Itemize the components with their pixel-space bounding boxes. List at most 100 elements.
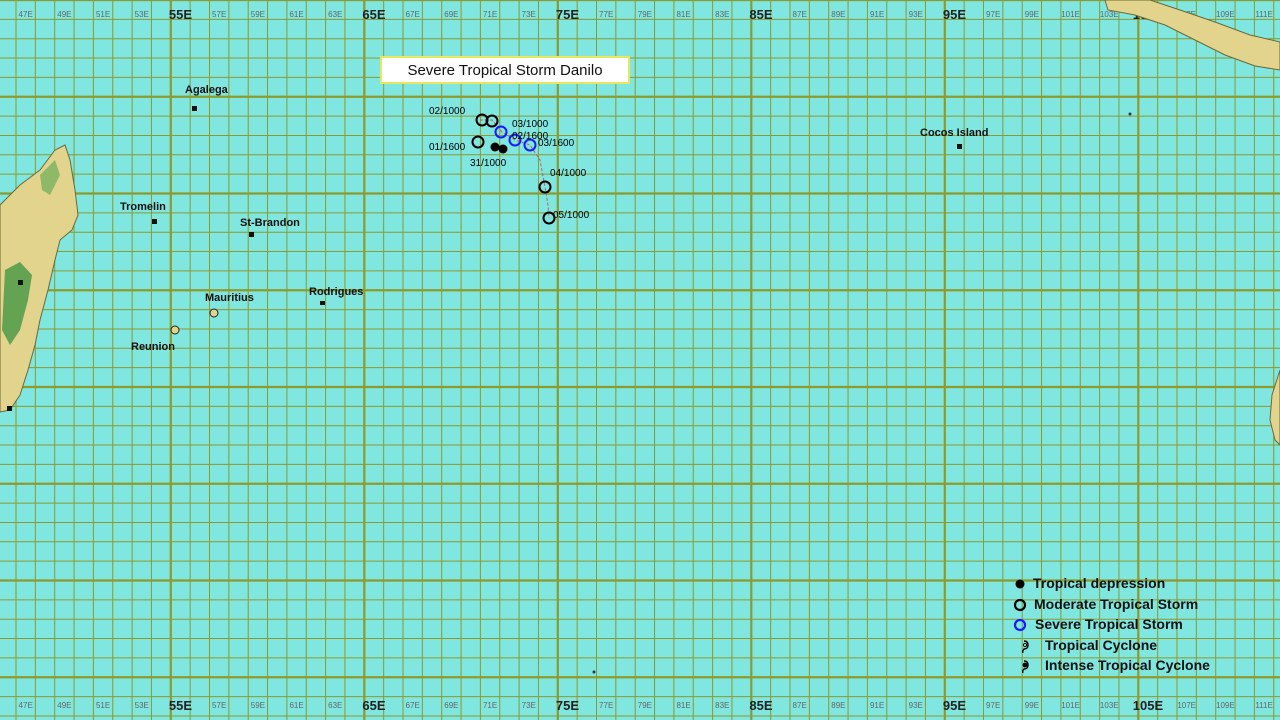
bottom-longitude-label: 67E xyxy=(406,701,420,710)
bottom-longitude-label: 111E xyxy=(1255,701,1273,710)
bottom-longitude-label: 73E xyxy=(522,701,536,710)
bottom-longitude-label: 69E xyxy=(444,701,458,710)
bottom-longitude-label: 55E xyxy=(169,698,192,713)
bottom-longitude-label: 59E xyxy=(251,701,265,710)
intense-cyclone-symbol-icon xyxy=(1021,660,1029,674)
top-longitude-label: 55E xyxy=(169,7,192,22)
bottom-longitude-label: 65E xyxy=(362,698,385,713)
bottom-longitude-label: 81E xyxy=(676,701,690,710)
bottom-longitude-label: 79E xyxy=(638,701,652,710)
bottom-longitude-label: 47E xyxy=(19,701,33,710)
legend-label: Moderate Tropical Storm xyxy=(1034,595,1199,612)
bottom-longitude-label: 101E xyxy=(1061,701,1080,710)
legend-label: Tropical Cyclone xyxy=(1045,636,1158,653)
tromelin-label: Tromelin xyxy=(120,201,166,213)
bottom-longitude-label: 53E xyxy=(135,701,149,710)
top-longitude-label: 85E xyxy=(749,7,772,22)
top-longitude-label: 95E xyxy=(943,7,966,22)
track-label-05-1000: 05/1000 xyxy=(553,210,590,221)
blue-circle-icon xyxy=(1013,619,1027,632)
legend-item-tropical-cyclone: Tropical Cyclone xyxy=(1012,636,1232,657)
top-longitude-label: 93E xyxy=(909,10,923,19)
bottom-longitude-label: 51E xyxy=(96,701,110,710)
cocos-island-marker xyxy=(957,144,962,149)
top-longitude-label: 67E xyxy=(406,10,420,19)
top-longitude-label: 101E xyxy=(1061,10,1080,19)
top-longitude-label: 59E xyxy=(251,10,265,19)
top-longitude-label: 57E xyxy=(212,10,226,19)
legend-item-severe-tropical-storm: Severe Tropical Storm xyxy=(1012,615,1232,636)
top-longitude-label: 69E xyxy=(444,10,458,19)
map-title: Severe Tropical Storm Danilo xyxy=(380,56,630,84)
bottom-longitude-label: 75E xyxy=(556,698,579,713)
top-longitude-label: 111E xyxy=(1255,10,1273,19)
top-longitude-label: 73E xyxy=(522,10,536,19)
mauritius-label: Mauritius xyxy=(205,292,254,304)
st-brandon-label: St-Brandon xyxy=(240,217,300,229)
top-longitude-label: 63E xyxy=(328,10,342,19)
top-longitude-label: 83E xyxy=(715,10,729,19)
ocean-dot xyxy=(1128,112,1132,116)
top-longitude-label: 109E xyxy=(1216,10,1235,19)
top-longitude-label: 65E xyxy=(362,7,385,22)
legend-label: Severe Tropical Storm xyxy=(1035,616,1183,633)
agalega-marker xyxy=(192,106,197,111)
bottom-longitude-label: 97E xyxy=(986,701,1000,710)
legend-item-moderate-tropical-storm: Moderate Tropical Storm xyxy=(1012,595,1232,616)
bottom-longitude-label: 77E xyxy=(599,701,613,710)
bottom-longitude-label: 91E xyxy=(870,701,884,710)
madagascar-city-marker xyxy=(18,280,23,285)
mauritius-island xyxy=(209,308,219,318)
depression-marker xyxy=(498,144,508,154)
bottom-longitude-label: 103E xyxy=(1100,701,1119,710)
cocos-island-label: Cocos Island xyxy=(920,127,988,139)
track-label-03-1600: 03/1600 xyxy=(538,138,575,149)
bottom-longitude-label: 107E xyxy=(1177,701,1196,710)
cyclone-symbol-icon xyxy=(1021,640,1029,653)
top-longitude-label: 97E xyxy=(986,10,1000,19)
bottom-longitude-label: 89E xyxy=(831,701,845,710)
top-longitude-label: 53E xyxy=(135,10,149,19)
rodrigues-label: Rodrigues xyxy=(309,286,363,298)
ocean-dot xyxy=(592,670,596,674)
filled-dot-icon xyxy=(1015,579,1025,589)
rodrigues-marker xyxy=(320,301,325,305)
legend: Tropical depression Moderate Tropical St… xyxy=(1012,574,1232,677)
legend-label: Intense Tropical Cyclone xyxy=(1045,657,1210,674)
bottom-longitude-label: 63E xyxy=(328,701,342,710)
top-longitude-label: 77E xyxy=(599,10,613,19)
top-longitude-label: 89E xyxy=(831,10,845,19)
top-longitude-label: 81E xyxy=(676,10,690,19)
top-longitude-label: 91E xyxy=(870,10,884,19)
black-circle-icon xyxy=(1013,598,1027,611)
top-longitude-label: 79E xyxy=(638,10,652,19)
top-longitude-label: 87E xyxy=(793,10,807,19)
top-longitude-label: 71E xyxy=(483,10,497,19)
madagascar-south-marker xyxy=(7,406,12,411)
agalega-label: Agalega xyxy=(185,84,229,96)
legend-item-intense-tropical-cyclone: Intense Tropical Cyclone xyxy=(1012,656,1232,677)
legend-item-tropical-depression: Tropical depression xyxy=(1012,574,1232,595)
depression-marker xyxy=(490,142,500,152)
bottom-longitude-label: 57E xyxy=(212,701,226,710)
bottom-longitude-label: 61E xyxy=(289,701,303,710)
bottom-longitude-label: 95E xyxy=(943,698,966,713)
track-label-31-1000: 31/1000 xyxy=(470,158,507,169)
legend-label: Tropical depression xyxy=(1033,575,1166,591)
bottom-longitude-label: 85E xyxy=(749,698,772,713)
bottom-longitude-label: 109E xyxy=(1216,701,1235,710)
top-longitude-label: 51E xyxy=(96,10,110,19)
top-longitude-label: 47E xyxy=(19,10,33,19)
bottom-longitude-label: 83E xyxy=(715,701,729,710)
top-longitude-label: 61E xyxy=(289,10,303,19)
bottom-longitude-label: 93E xyxy=(909,701,923,710)
bottom-longitude-label: 105E xyxy=(1133,698,1164,713)
reunion-island xyxy=(170,325,180,335)
track-label-04-1000: 04/1000 xyxy=(550,168,587,179)
bottom-longitude-label: 71E xyxy=(483,701,497,710)
top-longitude-label: 49E xyxy=(57,10,71,19)
top-longitude-label: 75E xyxy=(556,7,579,22)
tromelin-marker xyxy=(152,219,157,224)
top-longitude-label: 99E xyxy=(1025,10,1039,19)
reunion-label: Reunion xyxy=(131,341,175,353)
